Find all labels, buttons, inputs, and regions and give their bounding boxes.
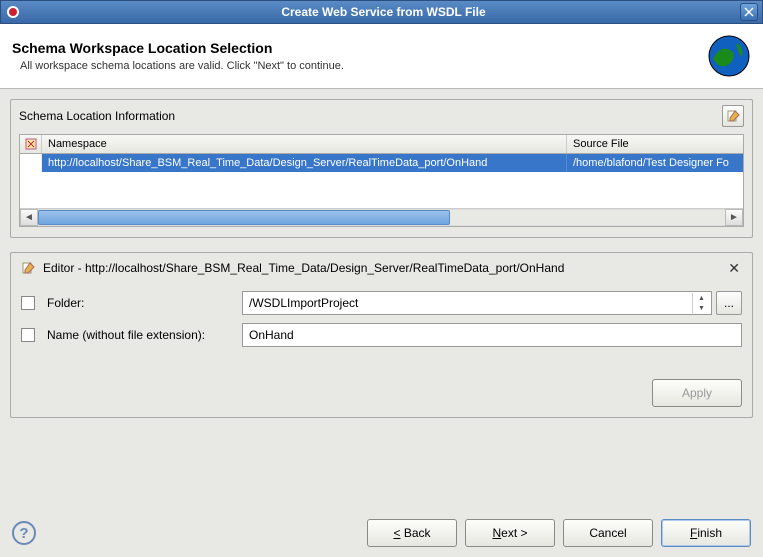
back-button[interactable]: < Back <box>367 519 457 547</box>
window-title: Create Web Service from WSDL File <box>27 5 740 19</box>
scroll-left-arrow[interactable]: ◄ <box>20 209 38 226</box>
titlebar[interactable]: Create Web Service from WSDL File <box>0 0 763 24</box>
schema-location-panel: Schema Location Information Namespace So… <box>10 99 753 238</box>
finish-button[interactable]: Finish <box>661 519 751 547</box>
schema-table: Namespace Source File http://localhost/S… <box>19 134 744 227</box>
row-icon-cell <box>20 154 42 172</box>
column-namespace[interactable]: Namespace <box>42 135 567 153</box>
scroll-thumb[interactable] <box>38 210 450 225</box>
scroll-track[interactable] <box>38 209 725 226</box>
column-source-file[interactable]: Source File <box>567 135 743 153</box>
next-button[interactable]: Next > <box>465 519 555 547</box>
schema-panel-title: Schema Location Information <box>19 109 722 123</box>
table-row[interactable]: http://localhost/Share_BSM_Real_Time_Dat… <box>20 154 743 172</box>
row-status-icon <box>20 135 42 153</box>
name-label: Name (without file extension): <box>47 328 242 342</box>
globe-icon <box>707 34 751 78</box>
cancel-button[interactable]: Cancel <box>563 519 653 547</box>
editor-panel: Editor - http://localhost/Share_BSM_Real… <box>10 252 753 418</box>
editor-close-button[interactable]: ✕ <box>724 260 744 277</box>
wizard-footer: ? < Back Next > Cancel Finish <box>0 509 763 557</box>
edit-schema-button[interactable] <box>722 105 744 127</box>
editor-panel-title: Editor - http://localhost/Share_BSM_Real… <box>43 261 724 275</box>
name-input[interactable] <box>242 323 742 347</box>
window-close-button[interactable] <box>740 3 758 21</box>
folder-input[interactable] <box>242 291 712 315</box>
folder-checkbox[interactable] <box>21 296 35 310</box>
app-icon <box>5 4 21 20</box>
name-checkbox[interactable] <box>21 328 35 342</box>
browse-folder-button[interactable]: ... <box>716 291 742 315</box>
scroll-right-arrow[interactable]: ► <box>725 209 743 226</box>
cell-namespace: http://localhost/Share_BSM_Real_Time_Dat… <box>42 154 567 172</box>
folder-label: Folder: <box>47 296 242 310</box>
page-title: Schema Workspace Location Selection <box>12 40 707 56</box>
page-subtitle: All workspace schema locations are valid… <box>12 60 707 72</box>
horizontal-scrollbar[interactable]: ◄ ► <box>20 208 743 226</box>
editor-icon <box>19 259 37 277</box>
folder-combo-stepper[interactable]: ▲▼ <box>692 293 710 313</box>
apply-button: Apply <box>652 379 742 407</box>
cell-source-file: /home/blafond/Test Designer Fo <box>567 154 743 172</box>
wizard-header: Schema Workspace Location Selection All … <box>0 24 763 89</box>
help-button[interactable]: ? <box>12 521 36 545</box>
